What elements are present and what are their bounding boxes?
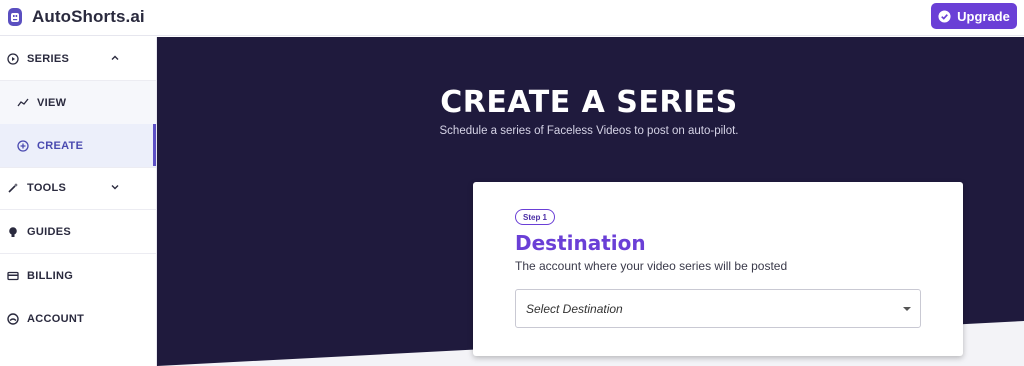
- sidebar-item-label: SERIES: [27, 52, 70, 65]
- credit-card-icon: [7, 270, 19, 282]
- sidebar-item-series[interactable]: SERIES: [0, 37, 156, 80]
- caret-down-icon: [903, 307, 911, 311]
- sidebar-item-label: VIEW: [37, 96, 67, 109]
- plus-circle-icon: [17, 139, 29, 152]
- magic-wand-icon: [7, 182, 19, 194]
- step-badge: Step 1: [515, 209, 556, 225]
- brand[interactable]: AutoShorts.ai: [6, 6, 145, 28]
- robot-logo-icon: [8, 8, 22, 26]
- sidebar-item-label: ACCOUNT: [27, 312, 85, 325]
- sidebar-item-view[interactable]: VIEW: [0, 81, 156, 124]
- verified-badge-icon: [938, 9, 951, 23]
- chevron-down-icon: [111, 185, 119, 190]
- sidebar-item-label: CREATE: [37, 139, 84, 152]
- destination-select[interactable]: Select Destination: [515, 289, 921, 328]
- sidebar-item-label: BILLING: [27, 269, 74, 282]
- sidebar-item-account[interactable]: ACCOUNT: [0, 297, 156, 340]
- account-icon: [7, 312, 19, 325]
- chevron-up-icon: [111, 55, 119, 60]
- lightbulb-icon: [7, 226, 19, 238]
- select-placeholder: Select Destination: [526, 301, 623, 316]
- step-title: Destination: [515, 231, 646, 255]
- sidebar: SERIES VIEW CREATE TOOLS GUIDES BILLING …: [0, 37, 157, 366]
- app-name: AutoShorts.ai: [32, 7, 145, 26]
- sidebar-item-label: TOOLS: [27, 181, 67, 194]
- step-card: Step 1 Destination The account where you…: [473, 182, 963, 356]
- sidebar-item-guides[interactable]: GUIDES: [0, 210, 156, 253]
- step-description: The account where your video series will…: [515, 259, 788, 273]
- sidebar-item-create[interactable]: CREATE: [0, 124, 156, 167]
- upgrade-button[interactable]: Upgrade: [931, 3, 1017, 29]
- trend-line-icon: [17, 97, 29, 109]
- page-subtitle: Schedule a series of Faceless Videos to …: [439, 125, 739, 137]
- sidebar-item-billing[interactable]: BILLING: [0, 254, 156, 297]
- play-circle-icon: [7, 52, 19, 65]
- sidebar-item-tools[interactable]: TOOLS: [0, 166, 156, 209]
- active-indicator: [153, 124, 156, 166]
- top-bar: AutoShorts.ai Upgrade: [0, 0, 1024, 36]
- sidebar-item-label: GUIDES: [27, 225, 71, 238]
- upgrade-label: Upgrade: [957, 8, 1010, 24]
- page-title: CREATE A SERIES: [440, 85, 738, 120]
